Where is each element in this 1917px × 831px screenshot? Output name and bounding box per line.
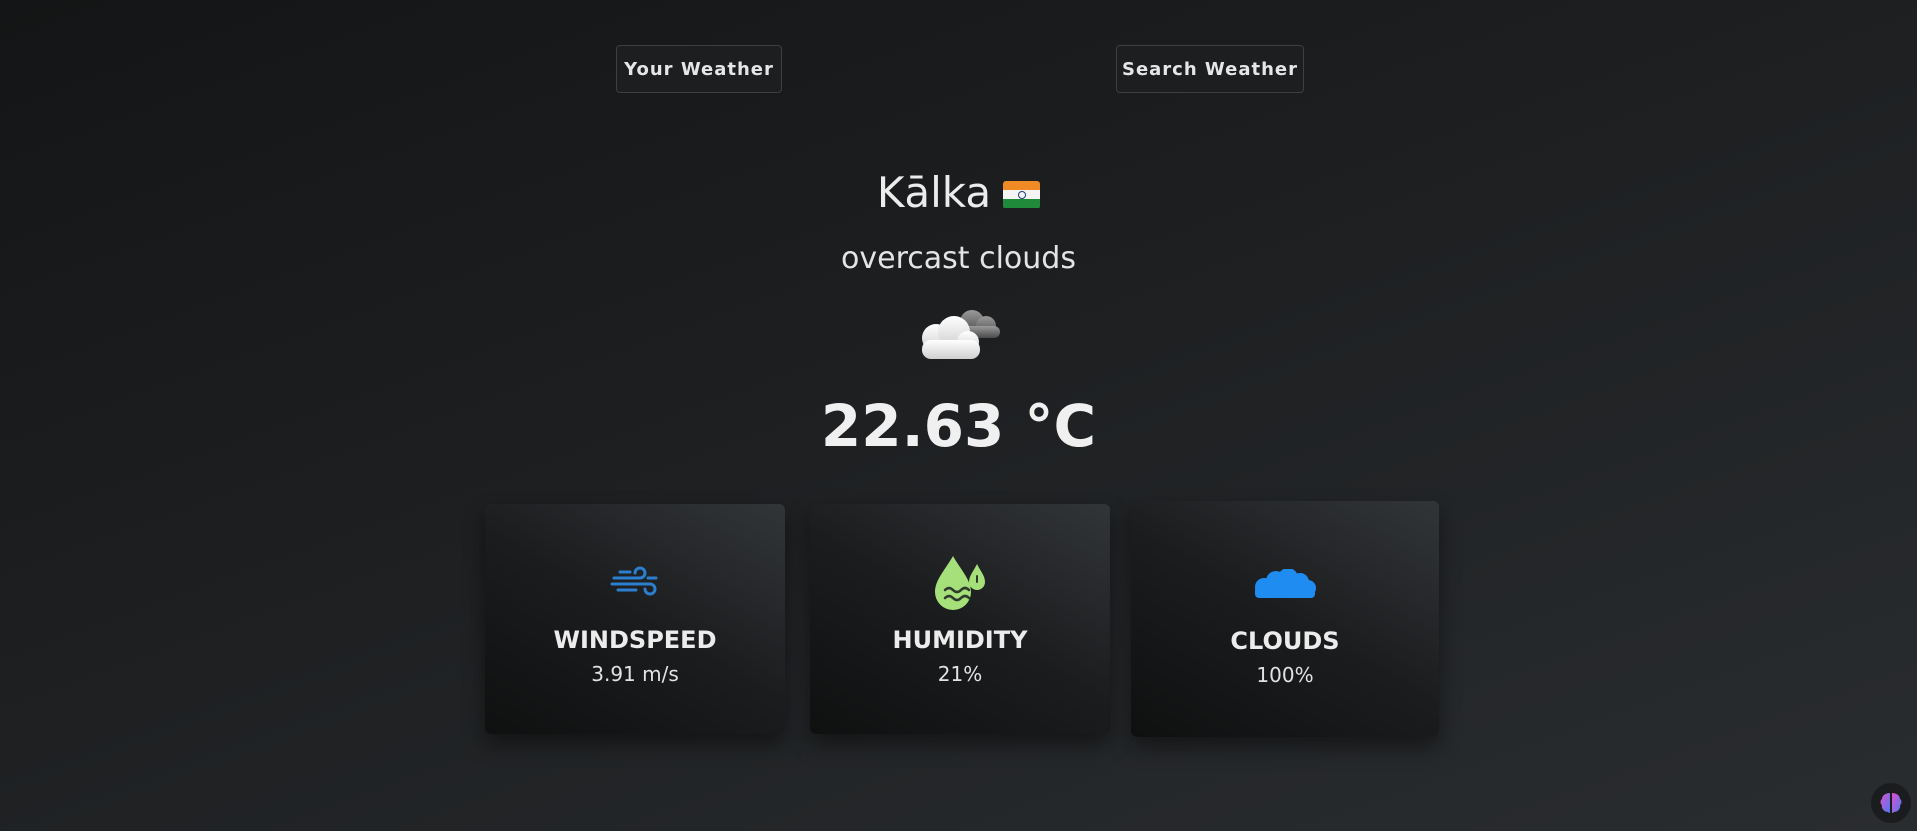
humidity-icon: [931, 554, 989, 616]
clouds-icon: [1252, 568, 1318, 603]
humidity-label: HUMIDITY: [892, 626, 1028, 654]
wind-icon: [610, 566, 660, 604]
temperature: 22.63 °C: [820, 392, 1097, 460]
clouds-label: CLOUDS: [1230, 627, 1340, 655]
city-name: Kālka: [876, 168, 992, 217]
windspeed-label: WINDSPEED: [553, 626, 717, 654]
windspeed-value: 3.91 m/s: [591, 662, 679, 686]
location-heading: Kālka: [0, 168, 1917, 217]
overcast-clouds-icon: [910, 302, 1010, 364]
windspeed-card: WINDSPEED 3.91 m/s: [485, 504, 785, 734]
tab-your-weather[interactable]: Your Weather: [616, 45, 782, 93]
humidity-value: 21%: [937, 662, 983, 686]
tab-search-weather[interactable]: Search Weather: [1116, 45, 1304, 93]
weather-description: overcast clouds: [841, 241, 1076, 276]
humidity-card: HUMIDITY 21%: [810, 504, 1110, 734]
india-flag-icon: [1003, 180, 1041, 209]
extension-brain-icon[interactable]: [1871, 783, 1911, 823]
clouds-value: 100%: [1256, 663, 1314, 687]
clouds-card: CLOUDS 100%: [1131, 501, 1439, 737]
